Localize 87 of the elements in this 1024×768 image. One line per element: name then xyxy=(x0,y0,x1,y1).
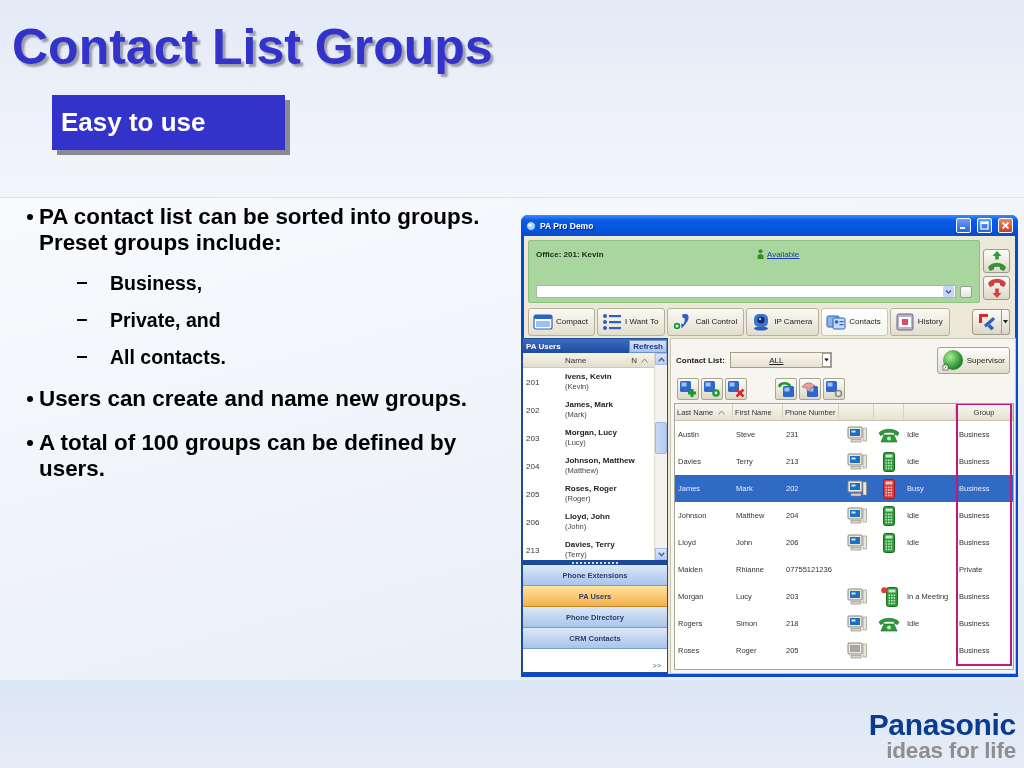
dash-icon xyxy=(77,282,87,284)
extension-number: 203 xyxy=(525,433,541,443)
scroll-up-button[interactable] xyxy=(655,353,667,365)
window-title: PA Pro Demo xyxy=(540,220,595,231)
grip-icon xyxy=(572,561,618,564)
phone-arrows-icon xyxy=(977,311,997,332)
chevron-down-icon xyxy=(657,551,665,557)
bullet-icon xyxy=(27,440,33,446)
dial-field[interactable] xyxy=(536,285,956,298)
dash-icon xyxy=(77,356,87,358)
contact-tool-button[interactable] xyxy=(677,378,699,400)
user-name[interactable]: Johnson, Matthew xyxy=(565,456,635,466)
refresh-button[interactable]: Refresh xyxy=(629,339,667,353)
card-dot-icon xyxy=(703,380,721,398)
toolbar-button[interactable]: Contacts xyxy=(821,307,888,336)
card-plus-icon xyxy=(679,380,697,398)
phone-card-icon xyxy=(777,380,795,398)
bullet-text: Business, xyxy=(110,271,203,295)
mushroom-card-icon xyxy=(801,380,819,398)
bullet-icon xyxy=(27,396,33,402)
splitter-bar[interactable] xyxy=(523,560,667,565)
card-cross-icon xyxy=(727,380,745,398)
user-name[interactable]: James, Mark xyxy=(565,400,614,410)
supervisor-button[interactable]: Supervisor xyxy=(936,346,1010,374)
bullet-text: All contacts. xyxy=(110,345,226,369)
bullet-text: Users can create and name new groups. xyxy=(39,386,469,412)
dash-icon xyxy=(77,319,87,321)
brand-tagline: ideas for life xyxy=(886,740,1016,762)
minimize-button[interactable] xyxy=(956,218,971,233)
phone-options-button[interactable] xyxy=(972,308,1002,335)
contact-tool-button[interactable] xyxy=(725,378,747,400)
user-name[interactable]: Ivens, Kevin xyxy=(565,372,612,382)
hang-up-button[interactable] xyxy=(983,276,1010,300)
contact-tool-button[interactable] xyxy=(823,378,845,400)
user-name[interactable]: Lloyd, John xyxy=(565,512,610,522)
phone-up-arrow-icon xyxy=(986,250,1007,272)
extension-number: 201 xyxy=(525,377,541,387)
slide-title: Contact List Groups xyxy=(12,18,494,77)
scrollbar[interactable] xyxy=(654,353,667,560)
bullet-text: A total of 100 groups can be defined by users. xyxy=(39,430,458,482)
dropdown-button[interactable] xyxy=(1002,308,1010,335)
extension-number: 213 xyxy=(525,545,541,555)
extension-number: 206 xyxy=(525,517,541,527)
user-label: Office: 201: Kevin xyxy=(536,249,605,259)
contact-tool-button[interactable] xyxy=(775,378,797,400)
contact-tool-button[interactable] xyxy=(701,378,723,400)
column-title[interactable]: N xyxy=(631,355,637,365)
phone-down-arrow-icon xyxy=(986,277,1007,299)
cards-icon xyxy=(826,312,847,331)
user-name[interactable]: Morgan, Lucy xyxy=(565,428,617,438)
extension-number: 205 xyxy=(525,489,541,499)
bullet-text: Private, and xyxy=(110,308,221,332)
window-icon xyxy=(533,312,553,331)
options-button[interactable] xyxy=(960,285,972,298)
user-name[interactable]: Roses, Roger xyxy=(565,484,617,494)
chevron-up-icon xyxy=(657,356,665,362)
toolbar-button[interactable]: History xyxy=(889,307,950,336)
maximize-icon xyxy=(980,221,989,230)
presence-link[interactable]: Available xyxy=(767,249,800,259)
extension-number: 204 xyxy=(525,461,541,471)
close-icon xyxy=(1001,221,1010,230)
answer-call-button[interactable] xyxy=(983,249,1010,273)
contact-tool-button[interactable] xyxy=(799,378,821,400)
card-ring-icon xyxy=(825,380,843,398)
column-title[interactable]: Name xyxy=(565,355,587,365)
toolbar-button[interactable]: IP Camera xyxy=(746,307,820,336)
caret-icon xyxy=(1003,319,1008,324)
scroll-thumb[interactable] xyxy=(655,422,667,454)
app-icon xyxy=(526,220,536,231)
toolbar-button[interactable]: Call Control xyxy=(667,307,745,336)
person-icon xyxy=(757,249,764,259)
bullet-text: PA contact list can be sorted into groups. Preset groups include: xyxy=(39,204,481,256)
panel-title: PA Users xyxy=(526,341,561,351)
list-icon xyxy=(602,312,622,331)
scroll-down-button[interactable] xyxy=(655,548,667,560)
calendar-icon xyxy=(894,312,915,331)
bullet-icon xyxy=(27,214,33,220)
maximize-button[interactable] xyxy=(977,218,992,233)
user-name[interactable]: Davies, Terry xyxy=(565,540,615,550)
toolbar-button[interactable]: I Want To xyxy=(597,307,666,336)
extension-number: 202 xyxy=(525,405,541,415)
globe-icon xyxy=(941,349,964,371)
contact-list-label: Contact List: xyxy=(676,355,725,365)
close-button[interactable] xyxy=(998,218,1013,233)
brand-logo: Panasonic xyxy=(868,710,1016,740)
toolbar-button[interactable]: Compact xyxy=(528,307,595,336)
contact-list-dropdown[interactable]: ALL xyxy=(729,352,832,368)
